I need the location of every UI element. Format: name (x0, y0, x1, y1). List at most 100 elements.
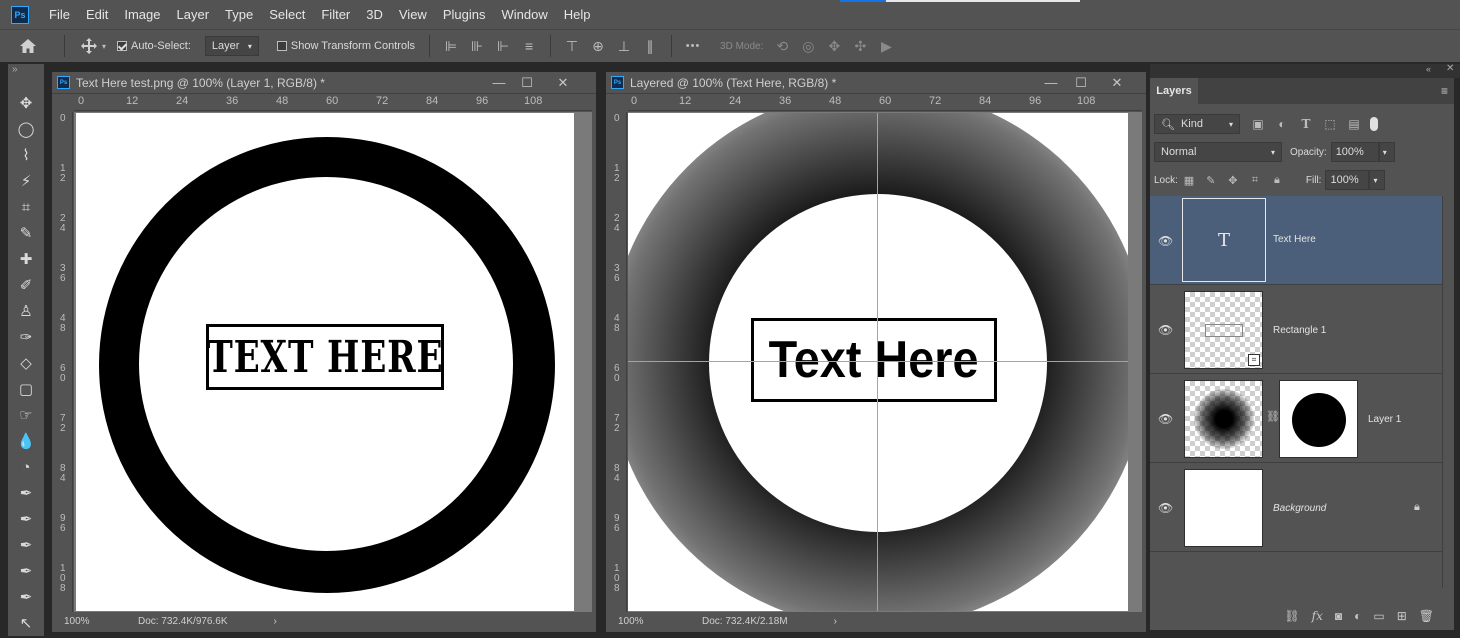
auto-select-checkbox[interactable]: Auto-Select: (117, 40, 191, 52)
double-chevron-left-icon[interactable]: « (1426, 64, 1431, 74)
move-tool[interactable]: ✥ (14, 92, 38, 114)
close-panel-icon[interactable]: ✕ (1446, 63, 1454, 74)
trash-icon[interactable]: 🗑︎ (1419, 609, 1434, 623)
minimize-icon[interactable]: — (486, 75, 512, 91)
more-options-icon[interactable]: ••• (680, 40, 706, 52)
path-selection-tool[interactable]: ↖ (14, 612, 38, 634)
zoom-level[interactable]: 100% (64, 616, 138, 627)
align-bottom-icon[interactable]: ⊥ (611, 38, 637, 55)
clone-stamp-tool[interactable]: ♙ (14, 300, 38, 322)
tab-layers[interactable]: Layers (1150, 78, 1198, 104)
move-tool-preset-button[interactable]: ▾ (73, 37, 113, 55)
layer-row-rectangle-1[interactable]: 👁︎ ⌗ Rectangle 1 (1150, 285, 1442, 374)
align-left-icon[interactable]: ⊫ (438, 38, 464, 55)
filter-toggle-icon[interactable] (1370, 117, 1378, 131)
visibility-eye-icon[interactable]: 👁︎ (1158, 501, 1173, 515)
eyedropper-tool[interactable]: ✎ (14, 222, 38, 244)
layer-name[interactable]: Text Here (1273, 234, 1316, 245)
polygon-lasso-tool[interactable]: ⌇ (14, 144, 38, 166)
horizontal-guide[interactable] (628, 361, 1128, 362)
close-icon[interactable]: ✕ (550, 75, 576, 91)
lock-pixels-icon[interactable]: ✎ (1200, 174, 1222, 187)
convert-point-tool[interactable]: ✒ (14, 586, 38, 608)
menu-view[interactable]: View (391, 0, 435, 29)
vertical-guide[interactable] (877, 113, 878, 611)
panel-menu-icon[interactable]: ≡ (1441, 84, 1448, 98)
menu-help[interactable]: Help (556, 0, 599, 29)
dodge-tool[interactable]: ◔ (14, 456, 38, 478)
layer-row-background[interactable]: 👁︎ Background 🔒︎ (1150, 463, 1442, 552)
new-layer-icon[interactable]: ⊞ (1397, 609, 1407, 623)
show-transform-controls-checkbox[interactable]: Show Transform Controls (276, 40, 415, 52)
visibility-eye-icon[interactable]: 👁︎ (1158, 412, 1173, 426)
link-layers-icon[interactable]: ⛓︎ (1284, 609, 1299, 623)
image-filter-icon[interactable]: ▣ (1246, 117, 1270, 131)
smart-object-filter-icon[interactable]: ▤ (1342, 117, 1366, 131)
document-size[interactable]: Doc: 732.4K/2.18M (702, 616, 788, 627)
fill-dropdown[interactable]: ▾ (1369, 170, 1386, 190)
menu-edit[interactable]: Edit (78, 0, 116, 29)
slide-3d-icon[interactable]: ✣ (847, 38, 873, 55)
align-middle-icon[interactable]: ⊕ (585, 38, 611, 55)
shape-filter-icon[interactable]: ⬚ (1318, 117, 1342, 131)
menu-select[interactable]: Select (261, 0, 313, 29)
healing-brush-tool[interactable]: ✚ (14, 248, 38, 270)
menu-image[interactable]: Image (116, 0, 168, 29)
folder-icon[interactable]: ▭ (1373, 609, 1384, 623)
opacity-input[interactable]: 100% (1330, 142, 1379, 162)
add-mask-icon[interactable]: ◙ (1335, 609, 1342, 623)
document-titlebar[interactable]: Ps Text Here test.png @ 100% (Layer 1, R… (52, 72, 596, 94)
menu-window[interactable]: Window (493, 0, 555, 29)
visibility-eye-icon[interactable]: 👁︎ (1158, 323, 1173, 337)
maximize-icon[interactable]: ☐ (1068, 75, 1094, 91)
pen-tool[interactable]: ✒ (14, 482, 38, 504)
magic-wand-tool[interactable]: ⚡ (14, 170, 38, 192)
close-icon[interactable]: ✕ (1104, 75, 1130, 91)
roll-3d-icon[interactable]: ◎ (795, 38, 821, 55)
canvas[interactable]: TEXT HERE (76, 113, 574, 611)
filter-kind-dropdown[interactable]: 🔍︎ Kind ▾ (1154, 114, 1240, 134)
lock-artboard-icon[interactable]: ⌗ (1244, 174, 1266, 187)
menu-filter[interactable]: Filter (313, 0, 358, 29)
layers-scrollbar[interactable] (1442, 196, 1454, 588)
history-brush-tool[interactable]: ✑ (14, 326, 38, 348)
layer-row-layer-1[interactable]: 👁︎ ⛓︎ Layer 1 (1150, 374, 1442, 463)
link-icon[interactable]: ⛓︎ (1266, 410, 1280, 423)
menu-3d[interactable]: 3D (358, 0, 391, 29)
lasso-tool[interactable]: ◯ (14, 118, 38, 140)
align-top-icon[interactable]: ⊤ (559, 38, 585, 55)
menu-file[interactable]: File (41, 0, 78, 29)
canvas-area[interactable]: TEXT HERE (74, 112, 592, 612)
layer-name[interactable]: Background (1273, 503, 1326, 514)
canvas-area[interactable]: Text Here (628, 112, 1142, 612)
delete-anchor-tool[interactable]: ✒ (14, 560, 38, 582)
chevron-right-icon[interactable]: › (834, 616, 837, 627)
gradient-tool[interactable]: ▢ (14, 378, 38, 400)
align-right-icon[interactable]: ⊩ (490, 38, 516, 55)
smudge-tool[interactable]: ☞ (14, 404, 38, 426)
chevron-right-icon[interactable]: › (274, 616, 277, 627)
visibility-eye-icon[interactable]: 👁︎ (1158, 234, 1173, 248)
align-center-icon[interactable]: ⊪ (464, 38, 490, 55)
blend-mode-dropdown[interactable]: Normal ▾ (1154, 142, 1282, 162)
zoom-level[interactable]: 100% (618, 616, 702, 627)
maximize-icon[interactable]: ☐ (514, 75, 540, 91)
auto-select-dropdown[interactable]: Layer ▾ (204, 36, 259, 56)
fx-icon[interactable]: fx (1312, 609, 1323, 623)
type-filter-icon[interactable]: T (1294, 117, 1318, 131)
eraser-tool[interactable]: ◇ (14, 352, 38, 374)
minimize-icon[interactable]: — (1038, 75, 1064, 91)
layer-mask-thumbnail[interactable] (1279, 380, 1358, 458)
opacity-dropdown[interactable]: ▾ (1378, 142, 1395, 162)
crop-tool[interactable]: ⌗ (14, 196, 38, 218)
blur-tool[interactable]: 💧 (14, 430, 38, 452)
layer-row-text-here[interactable]: 👁︎ T Text Here (1150, 196, 1442, 285)
double-chevron-right-icon[interactable]: » (12, 64, 18, 75)
document-titlebar[interactable]: Ps Layered @ 100% (Text Here, RGB/8) * —… (606, 72, 1146, 94)
distribute-vertical-icon[interactable]: ≡ (516, 38, 542, 54)
lock-transparent-icon[interactable]: ▦ (1178, 174, 1200, 187)
drag-3d-icon[interactable]: ✥ (821, 38, 847, 55)
lock-position-icon[interactable]: ✥ (1222, 174, 1244, 187)
home-button[interactable] (0, 38, 56, 54)
lock-all-icon[interactable]: 🔒︎ (1266, 174, 1288, 187)
